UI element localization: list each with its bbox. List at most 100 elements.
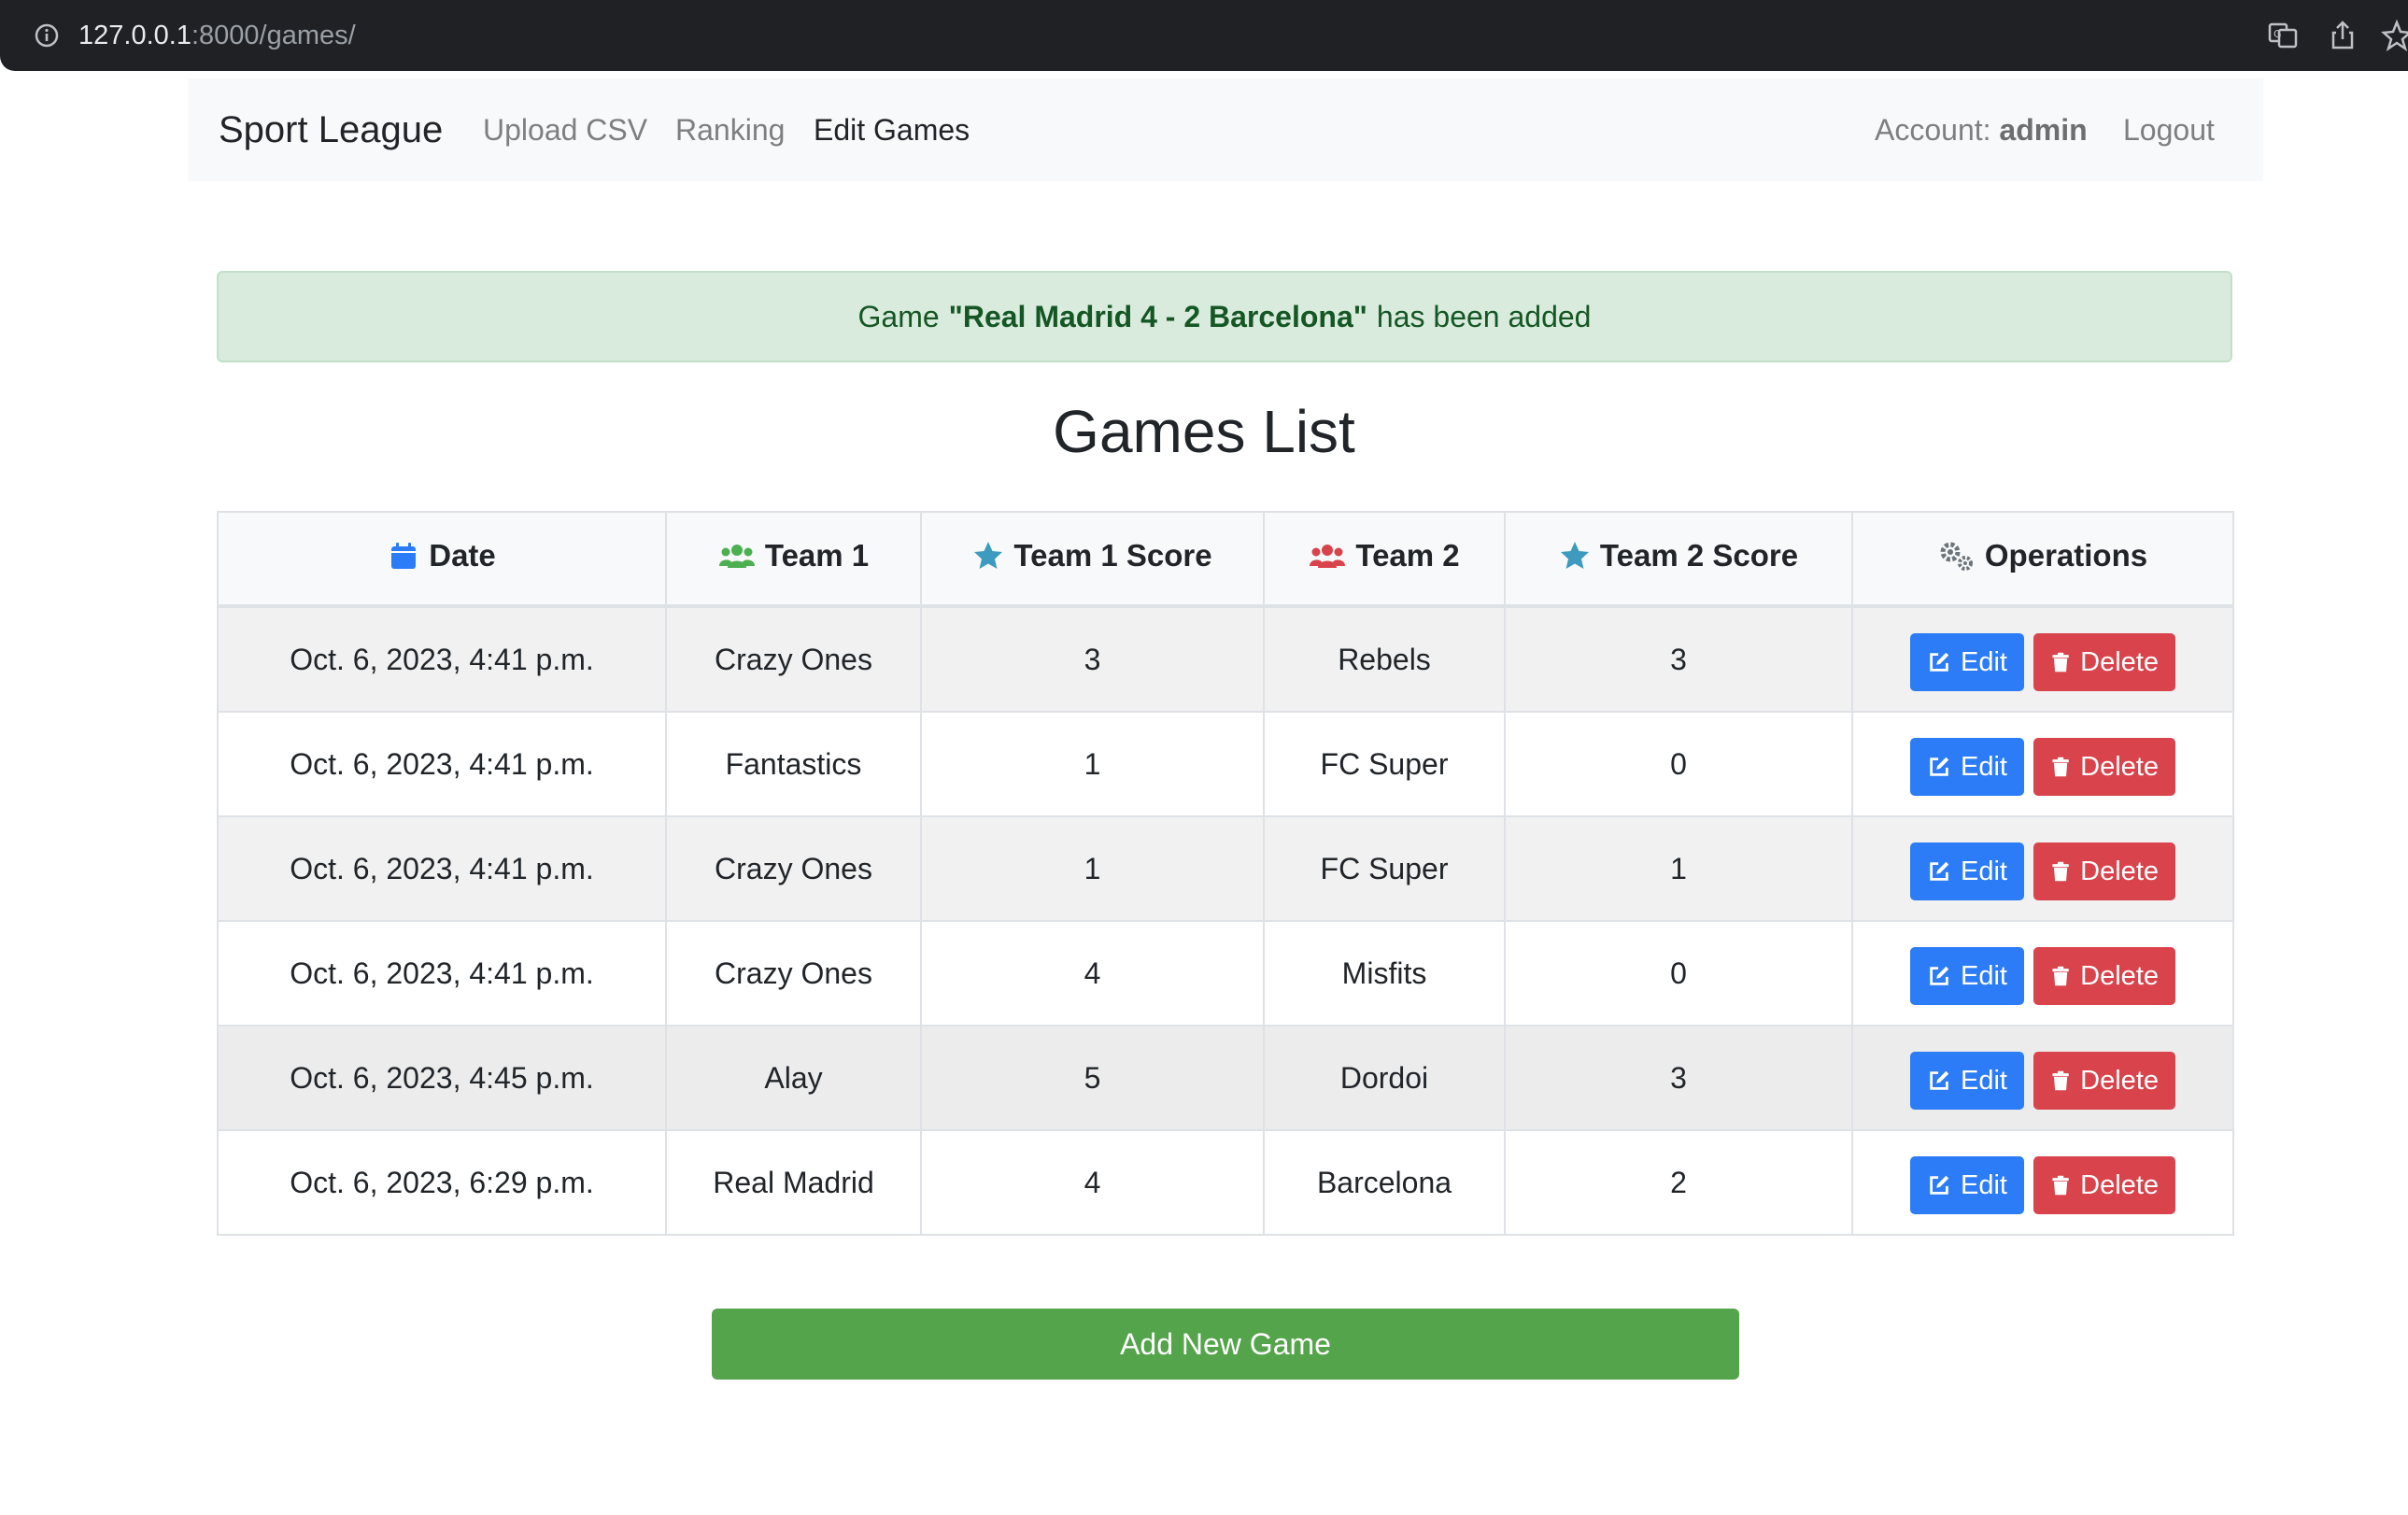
cell-team1-score: 5	[920, 1025, 1265, 1131]
delete-button-label: Delete	[2080, 646, 2159, 677]
account-label: Account:	[1875, 113, 1991, 147]
cell-operations: Edit Delete	[1851, 1129, 2234, 1236]
cell-team1: Crazy Ones	[665, 605, 922, 713]
edit-icon	[1930, 966, 1949, 985]
browser-toolbar: 127.0.0.1:8000/games/ G	[0, 0, 2408, 71]
delete-button-label: Delete	[2080, 1169, 2159, 1200]
site-info-icon[interactable]	[34, 22, 60, 49]
account-info: Account: admin	[1875, 109, 2088, 150]
users-icon	[1310, 545, 1346, 568]
cell-operations: Edit Delete	[1851, 711, 2234, 817]
cell-date: Oct. 6, 2023, 4:41 p.m.	[217, 605, 667, 713]
cell-team1-score: 4	[920, 920, 1265, 1027]
header-date-label: Date	[429, 538, 496, 573]
table-row: Oct. 6, 2023, 4:45 p.m. Alay 5 Dordoi 3 …	[217, 1025, 2234, 1131]
table-header-row: Date Team 1 Team 1 Score Team 2 Team 2 S…	[217, 511, 2234, 608]
edit-button-label: Edit	[1961, 856, 2007, 886]
cell-date: Oct. 6, 2023, 4:45 p.m.	[217, 1025, 667, 1131]
nav-edit-games[interactable]: Edit Games	[814, 109, 970, 150]
star-icon	[974, 542, 1003, 569]
cell-team1: Crazy Ones	[665, 920, 922, 1027]
delete-button-label: Delete	[2080, 1065, 2159, 1096]
alert-prefix: Game	[857, 299, 940, 333]
users-icon	[718, 545, 755, 568]
trash-icon	[2052, 1070, 2069, 1091]
edit-button[interactable]: Edit	[1910, 1052, 2024, 1110]
page-title: Games List	[1053, 398, 1355, 465]
cell-operations: Edit Delete	[1851, 815, 2234, 922]
delete-button[interactable]: Delete	[2033, 842, 2175, 900]
cell-team2: FC Super	[1263, 711, 1506, 817]
cell-team1: Alay	[665, 1025, 922, 1131]
cell-team2-score: 1	[1504, 815, 1853, 922]
table-row: Oct. 6, 2023, 4:41 p.m. Crazy Ones 3 Reb…	[217, 605, 2234, 713]
edit-icon	[1930, 652, 1949, 672]
cell-team1: Real Madrid	[665, 1129, 922, 1236]
edit-button[interactable]: Edit	[1910, 633, 2024, 691]
cell-date: Oct. 6, 2023, 4:41 p.m.	[217, 815, 667, 922]
top-navbar: Sport League Upload CSV Ranking Edit Gam…	[188, 78, 2263, 181]
trash-icon	[2052, 757, 2069, 777]
trash-icon	[2052, 652, 2069, 673]
cell-team2: Dordoi	[1263, 1025, 1506, 1131]
edit-button-label: Edit	[1961, 751, 2007, 782]
edit-button[interactable]: Edit	[1910, 738, 2024, 796]
trash-icon	[2052, 861, 2069, 882]
nav-ranking[interactable]: Ranking	[675, 109, 785, 150]
table-row: Oct. 6, 2023, 6:29 p.m. Real Madrid 4 Ba…	[217, 1129, 2234, 1236]
delete-button[interactable]: Delete	[2033, 738, 2175, 796]
delete-button[interactable]: Delete	[2033, 1156, 2175, 1214]
header-team1-label: Team 1	[764, 538, 870, 573]
cell-team2-score: 2	[1504, 1129, 1853, 1236]
calendar-icon	[391, 543, 417, 569]
edit-icon	[1930, 861, 1949, 881]
edit-button-label: Edit	[1961, 1065, 2007, 1096]
cell-team2-score: 3	[1504, 605, 1853, 713]
header-team1: Team 1	[665, 511, 922, 608]
gears-icon	[1940, 542, 1973, 571]
url-host: 127.0.0.1	[78, 21, 191, 50]
header-team2-score: Team 2 Score	[1504, 511, 1853, 608]
header-team2-label: Team 2	[1355, 538, 1460, 573]
header-date: Date	[217, 511, 667, 608]
cell-team1-score: 3	[920, 605, 1265, 713]
bookmark-star-icon[interactable]	[2380, 19, 2408, 52]
delete-button[interactable]: Delete	[2033, 1052, 2175, 1110]
cell-team2: FC Super	[1263, 815, 1506, 922]
edit-icon	[1930, 1175, 1949, 1195]
add-new-game-button[interactable]: Add New Game	[712, 1309, 1739, 1380]
star-icon	[1560, 542, 1589, 569]
account-username: admin	[1999, 113, 2088, 147]
cell-team1-score: 4	[920, 1129, 1265, 1236]
nav-upload-csv[interactable]: Upload CSV	[483, 109, 647, 150]
svg-text:G: G	[2273, 28, 2282, 40]
share-icon[interactable]	[2326, 19, 2359, 52]
edit-button[interactable]: Edit	[1910, 947, 2024, 1005]
delete-button[interactable]: Delete	[2033, 947, 2175, 1005]
cell-team2: Misfits	[1263, 920, 1506, 1027]
delete-button-label: Delete	[2080, 960, 2159, 991]
edit-button[interactable]: Edit	[1910, 1156, 2024, 1214]
edit-button[interactable]: Edit	[1910, 842, 2024, 900]
brand-link[interactable]: Sport League	[219, 106, 443, 153]
cell-date: Oct. 6, 2023, 4:41 p.m.	[217, 920, 667, 1027]
cell-date: Oct. 6, 2023, 4:41 p.m.	[217, 711, 667, 817]
trash-icon	[2052, 966, 2069, 986]
logout-link[interactable]: Logout	[2123, 109, 2215, 150]
trash-icon	[2052, 1175, 2069, 1196]
edit-button-label: Edit	[1961, 1169, 2007, 1200]
cell-team2-score: 3	[1504, 1025, 1853, 1131]
cell-operations: Edit Delete	[1851, 1025, 2234, 1131]
cell-team2-score: 0	[1504, 711, 1853, 817]
address-bar-url[interactable]: 127.0.0.1:8000/games/	[78, 17, 356, 54]
table-row: Oct. 6, 2023, 4:41 p.m. Fantastics 1 FC …	[217, 711, 2234, 817]
cell-team2-score: 0	[1504, 920, 1853, 1027]
cell-team1: Crazy Ones	[665, 815, 922, 922]
cell-operations: Edit Delete	[1851, 605, 2234, 713]
header-team2-score-label: Team 2 Score	[1599, 538, 1799, 573]
edit-button-label: Edit	[1961, 960, 2007, 991]
delete-button-label: Delete	[2080, 751, 2159, 782]
translate-icon[interactable]: G	[2266, 19, 2300, 52]
delete-button[interactable]: Delete	[2033, 633, 2175, 691]
delete-button-label: Delete	[2080, 856, 2159, 886]
